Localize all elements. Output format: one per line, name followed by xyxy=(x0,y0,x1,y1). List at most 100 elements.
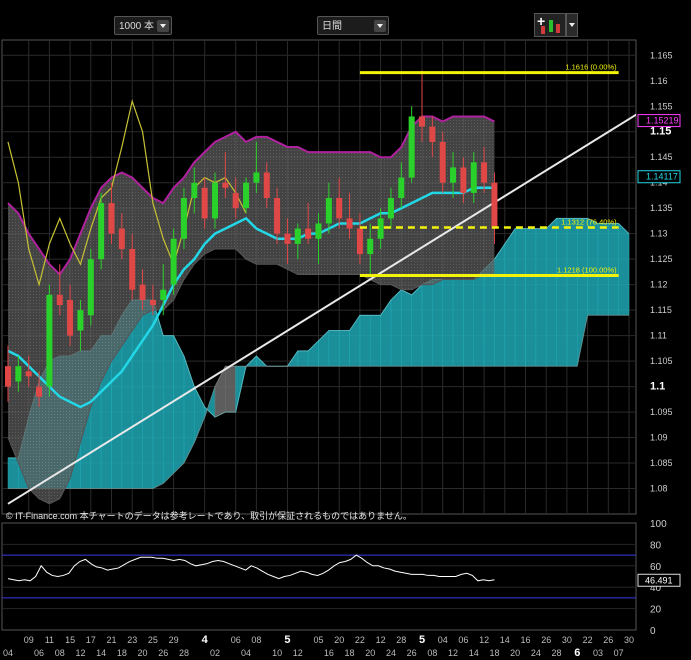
ichimoku-cloud-segment xyxy=(225,365,236,413)
ichimoku-cloud-segment xyxy=(173,335,185,474)
date-tick-label: 22 xyxy=(583,635,593,645)
date-tick-label: 06 xyxy=(231,635,241,645)
candle-down xyxy=(108,203,115,234)
candle-down xyxy=(274,198,281,234)
oscillator-plot-area xyxy=(1,522,637,631)
date-tick-label: 12 xyxy=(376,635,386,645)
candle-down xyxy=(232,192,239,209)
candle-up xyxy=(87,259,94,316)
date-tick-label: 24 xyxy=(531,648,541,658)
bar-count-select[interactable]: 1000 本 xyxy=(114,16,172,35)
oscillator-panel: 02040608010046.491 xyxy=(1,519,681,637)
candle-down xyxy=(460,167,467,193)
candle-up xyxy=(191,182,198,198)
price-tick-label: 1.15 xyxy=(650,126,671,138)
ichimoku-cloud-segment xyxy=(556,218,568,367)
ichimoku-cloud-segment xyxy=(566,218,578,367)
chevron-down-icon xyxy=(374,20,386,32)
chart-canvas: 1.1616 (0.00%) 1.1312 (76.40%) 1.1218 (100… xyxy=(0,0,691,660)
date-tick-label: 03 xyxy=(593,648,603,658)
date-tick-label: 21 xyxy=(106,635,116,645)
candle-up xyxy=(243,182,250,209)
ichimoku-cloud-segment xyxy=(525,228,537,367)
candlestick-chart-icon[interactable]: + xyxy=(534,13,566,37)
oscillator-tick-label: 20 xyxy=(650,605,662,616)
candle-up xyxy=(450,167,457,183)
ichimoku-cloud-segment xyxy=(370,314,381,367)
date-tick-label: 08 xyxy=(427,648,437,658)
ichimoku-cloud-segment xyxy=(359,314,371,367)
candle-down xyxy=(491,182,498,229)
chevron-down-icon xyxy=(157,20,169,32)
date-tick-label: 04 xyxy=(241,648,251,658)
date-tick-label: 16 xyxy=(324,648,334,658)
candle-up xyxy=(315,223,322,239)
ichimoku-cloud-segment xyxy=(504,227,516,367)
candle-down xyxy=(118,228,125,249)
date-tick-label: 09 xyxy=(24,635,34,645)
date-tick-label: 20 xyxy=(510,648,520,658)
fibonacci-level-label: 1.1616 (0.00%) xyxy=(565,63,617,72)
date-tick-label: 18 xyxy=(117,648,127,658)
candle-up xyxy=(294,228,301,244)
date-tick-label: 12 xyxy=(293,648,303,658)
candle-up xyxy=(46,294,53,387)
price-tick-label: 1.105 xyxy=(650,356,673,366)
bar-count-value: 1000 本 xyxy=(119,21,155,32)
candle-down xyxy=(5,366,11,387)
candle-down xyxy=(439,141,446,183)
price-tick-label: 1.155 xyxy=(650,101,673,111)
date-tick-label: 28 xyxy=(396,635,406,645)
candle-down xyxy=(481,162,488,183)
date-tick-label: 29 xyxy=(169,635,179,645)
ichimoku-cloud-segment xyxy=(618,222,630,316)
date-tick-label: 15 xyxy=(65,635,75,645)
date-tick-label: 12 xyxy=(75,648,85,658)
candle-down xyxy=(356,228,363,255)
date-tick-label: 25 xyxy=(148,635,158,645)
date-tick-label: 12 xyxy=(479,635,489,645)
date-tick-label: 23 xyxy=(127,635,137,645)
candle-down xyxy=(263,172,270,198)
candle-down xyxy=(25,371,32,377)
fibonacci-level-label: 1.1218 (100.00%) xyxy=(557,265,617,274)
price-tick-label: 1.08 xyxy=(650,484,668,494)
candle-down xyxy=(56,294,63,306)
price-tick-label: 1.13 xyxy=(650,229,668,239)
date-tick-label: 07 xyxy=(614,648,624,658)
date-tick-label: 11 xyxy=(45,635,54,645)
date-tick-label: 26 xyxy=(541,635,551,645)
candle-down xyxy=(36,386,43,397)
date-tick-label: 10 xyxy=(272,648,282,658)
date-tick-label: 26 xyxy=(407,648,417,658)
candle-down xyxy=(129,248,136,290)
chart-type-dropdown-button[interactable] xyxy=(566,13,578,37)
price-tag-label: 1.15219 xyxy=(646,116,679,126)
candle-down xyxy=(305,228,312,239)
date-tick-label: 20 xyxy=(138,648,148,658)
candle-down xyxy=(336,198,343,219)
ichimoku-cloud-segment xyxy=(432,279,443,367)
candle-down xyxy=(429,126,436,142)
date-tick-label: 12 xyxy=(448,648,458,658)
price-tick-label: 1.12 xyxy=(650,280,668,290)
candle-up xyxy=(408,116,415,178)
ichimoku-cloud-segment xyxy=(338,330,350,367)
period-value: 日間 xyxy=(322,21,342,32)
date-tick-label: 08 xyxy=(251,635,261,645)
date-tick-label: 17 xyxy=(86,635,96,645)
price-tick-label: 1.165 xyxy=(650,50,673,60)
oscillator-tick-label: 0 xyxy=(650,626,656,637)
date-tick-label: 14 xyxy=(469,648,479,658)
date-tick-label: 18 xyxy=(489,648,499,658)
candle-down xyxy=(149,299,156,306)
candle-up xyxy=(98,203,105,260)
price-tag-label: 1.14117 xyxy=(646,172,678,182)
candle-up xyxy=(180,198,187,239)
price-tick-label: 1.145 xyxy=(650,152,673,162)
period-select[interactable]: 日間 xyxy=(317,16,389,35)
date-tick-label: 14 xyxy=(500,635,510,645)
candle-up xyxy=(160,289,167,300)
date-tick-label: 22 xyxy=(355,635,365,645)
ichimoku-cloud-segment xyxy=(545,217,557,367)
